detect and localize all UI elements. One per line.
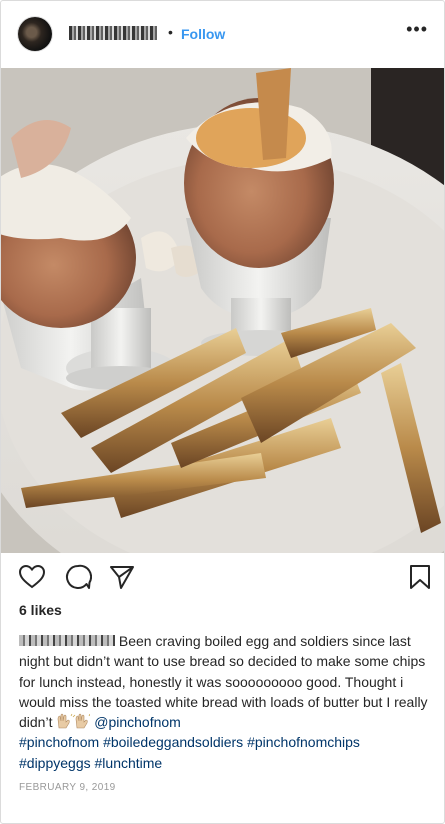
comment-icon[interactable] bbox=[64, 563, 92, 591]
post-date[interactable]: FEBRUARY 9, 2019 bbox=[19, 782, 116, 793]
heart-icon[interactable] bbox=[18, 563, 46, 591]
raising-hands-emoji-icon bbox=[56, 713, 91, 729]
post-card: •••••••••• • Follow ••• bbox=[0, 0, 445, 824]
avatar[interactable] bbox=[18, 17, 52, 51]
action-bar bbox=[1, 553, 444, 601]
mention-link[interactable]: @pinchofnom bbox=[94, 714, 181, 730]
bookmark-icon[interactable] bbox=[406, 563, 434, 591]
more-options-icon[interactable]: ••• bbox=[406, 20, 428, 38]
username-pixelated[interactable]: •••••••••• bbox=[69, 26, 157, 40]
share-icon[interactable] bbox=[108, 563, 136, 591]
hashtag-link[interactable]: #pinchofnomchips bbox=[247, 734, 360, 750]
hashtag-link[interactable]: #boiledeggandsoldiers bbox=[103, 734, 243, 750]
caption-username-pixelated[interactable]: •••••••• bbox=[19, 635, 115, 646]
hashtag-link[interactable]: #dippyeggs bbox=[19, 755, 91, 771]
follow-button[interactable]: Follow bbox=[181, 26, 225, 42]
post-photo[interactable] bbox=[1, 68, 444, 553]
food-photo-illustration bbox=[1, 68, 444, 553]
separator-dot: • bbox=[168, 24, 173, 40]
hashtag-link[interactable]: #pinchofnom bbox=[19, 734, 99, 750]
post-header: •••••••••• • Follow ••• bbox=[1, 1, 444, 69]
hashtag-link[interactable]: #lunchtime bbox=[95, 755, 163, 771]
likes-count[interactable]: 6 likes bbox=[19, 602, 62, 618]
caption: •••••••• Been craving boiled egg and sol… bbox=[19, 631, 429, 773]
